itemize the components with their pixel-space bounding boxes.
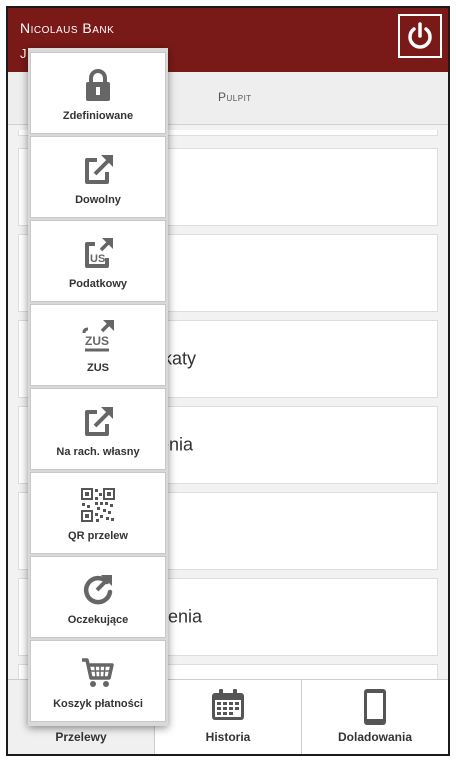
menu-item-label: QR przelew bbox=[68, 530, 128, 542]
menu-item-label: Zdefiniowane bbox=[62, 110, 134, 122]
menu-item-zdefiniowane[interactable]: Zdefiniowane bbox=[30, 52, 166, 134]
menu-item-dowolny[interactable]: Dowolny bbox=[30, 136, 166, 218]
qr-code-icon bbox=[81, 488, 115, 522]
menu-item-qr-przelew[interactable]: QR przelew bbox=[30, 472, 166, 554]
menu-item-podatkowy[interactable]: US Podatkowy bbox=[30, 220, 166, 302]
nav-label: Historia bbox=[205, 730, 251, 744]
menu-item-label: ZUS bbox=[87, 362, 109, 374]
svg-text:ZUS: ZUS bbox=[85, 334, 109, 348]
app-frame: Nicolaus Bank J Pulpit y ikaty enia ze bbox=[6, 6, 450, 756]
power-icon bbox=[408, 22, 432, 49]
nav-label: Przelewy bbox=[55, 730, 107, 744]
bank-name: Nicolaus Bank bbox=[20, 20, 115, 36]
nav-doladowania[interactable]: Doladowania bbox=[302, 680, 448, 754]
menu-item-koszyk-platnosci[interactable]: Koszyk płatności bbox=[30, 640, 166, 722]
cart-icon bbox=[82, 658, 114, 687]
pending-icon bbox=[83, 575, 113, 605]
calendar-icon bbox=[212, 689, 244, 720]
tax-transfer-icon: US bbox=[85, 238, 113, 268]
phone-icon bbox=[364, 689, 386, 725]
tab-pulpit[interactable]: Pulpit bbox=[218, 90, 252, 104]
transfer-out-icon bbox=[85, 155, 113, 184]
menu-item-na-rach-wlasny[interactable]: Na rach. własny bbox=[30, 388, 166, 470]
nav-label: Doladowania bbox=[337, 730, 412, 744]
menu-item-label: Podatkowy bbox=[68, 278, 128, 290]
lock-icon bbox=[86, 69, 110, 101]
own-account-icon bbox=[85, 407, 113, 436]
nav-historia[interactable]: Historia bbox=[155, 680, 302, 754]
menu-item-label: Oczekujące bbox=[67, 614, 129, 626]
transfer-type-menu: Zdefiniowane Dowolny US Podatkowy ZUS ZU… bbox=[28, 48, 168, 726]
menu-item-label: Koszyk płatności bbox=[53, 698, 143, 710]
menu-item-label: Dowolny bbox=[75, 194, 121, 206]
menu-item-oczekujace[interactable]: Oczekujące bbox=[30, 556, 166, 638]
header-subtitle: J bbox=[20, 46, 27, 61]
menu-item-label: Na rach. własny bbox=[56, 446, 140, 458]
menu-item-zus[interactable]: ZUS ZUS bbox=[30, 304, 166, 386]
logout-button[interactable] bbox=[398, 14, 442, 58]
zus-transfer-icon: ZUS bbox=[82, 320, 114, 352]
svg-text:US: US bbox=[90, 253, 105, 265]
